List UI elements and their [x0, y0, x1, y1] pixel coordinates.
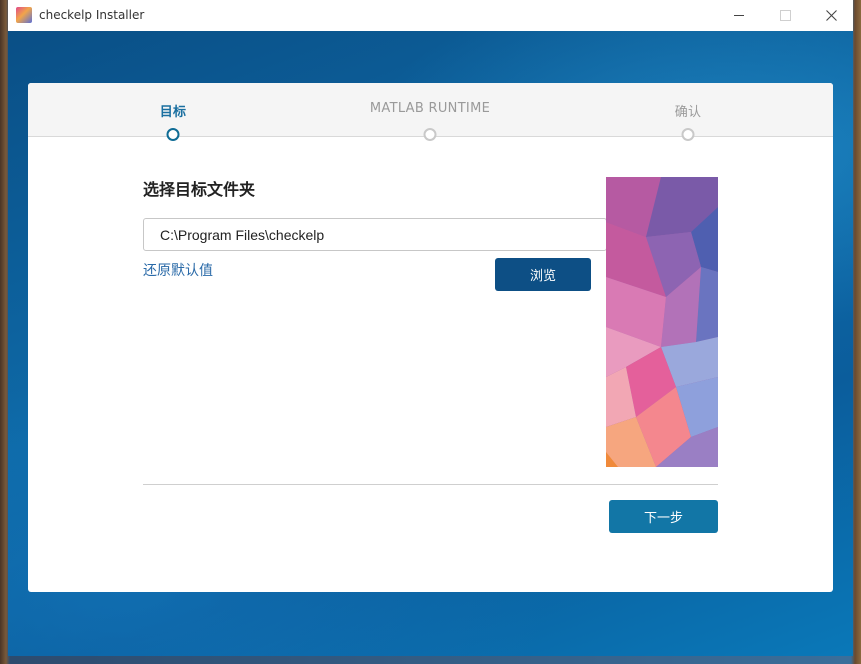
step-label-target[interactable]: 目标 [160, 101, 187, 120]
step-dot-target [166, 128, 180, 141]
minimize-button[interactable] [716, 0, 762, 31]
app-icon [16, 7, 32, 23]
section-title: 选择目标文件夹 [143, 180, 256, 199]
title-bar[interactable]: checkelp Installer [8, 0, 853, 32]
step-label-confirm[interactable]: 确认 [675, 101, 702, 120]
step-dot-matlab-runtime [423, 128, 437, 141]
installer-window: checkelp Installer 目标 MATLAB RUNTIME 确认 … [8, 0, 853, 656]
next-button[interactable]: 下一步 [609, 500, 718, 533]
close-icon [825, 10, 837, 21]
step-dot-confirm [681, 128, 695, 141]
step-label-matlab-runtime[interactable]: MATLAB RUNTIME [370, 101, 490, 116]
minimize-icon [734, 15, 744, 16]
maximize-button[interactable] [762, 0, 808, 31]
footer-divider [143, 484, 718, 485]
maximize-icon [779, 10, 791, 21]
decorative-polygon-art [606, 177, 718, 467]
installer-panel: 目标 MATLAB RUNTIME 确认 选择目标文件夹 还原默认值 浏览 [28, 83, 833, 592]
browse-button[interactable]: 浏览 [495, 258, 591, 291]
window-title: checkelp Installer [39, 8, 145, 22]
restore-default-link[interactable]: 还原默认值 [143, 260, 213, 280]
step-indicator: 目标 MATLAB RUNTIME 确认 [28, 83, 833, 141]
destination-path-input[interactable] [143, 218, 607, 251]
close-button[interactable] [808, 0, 853, 31]
